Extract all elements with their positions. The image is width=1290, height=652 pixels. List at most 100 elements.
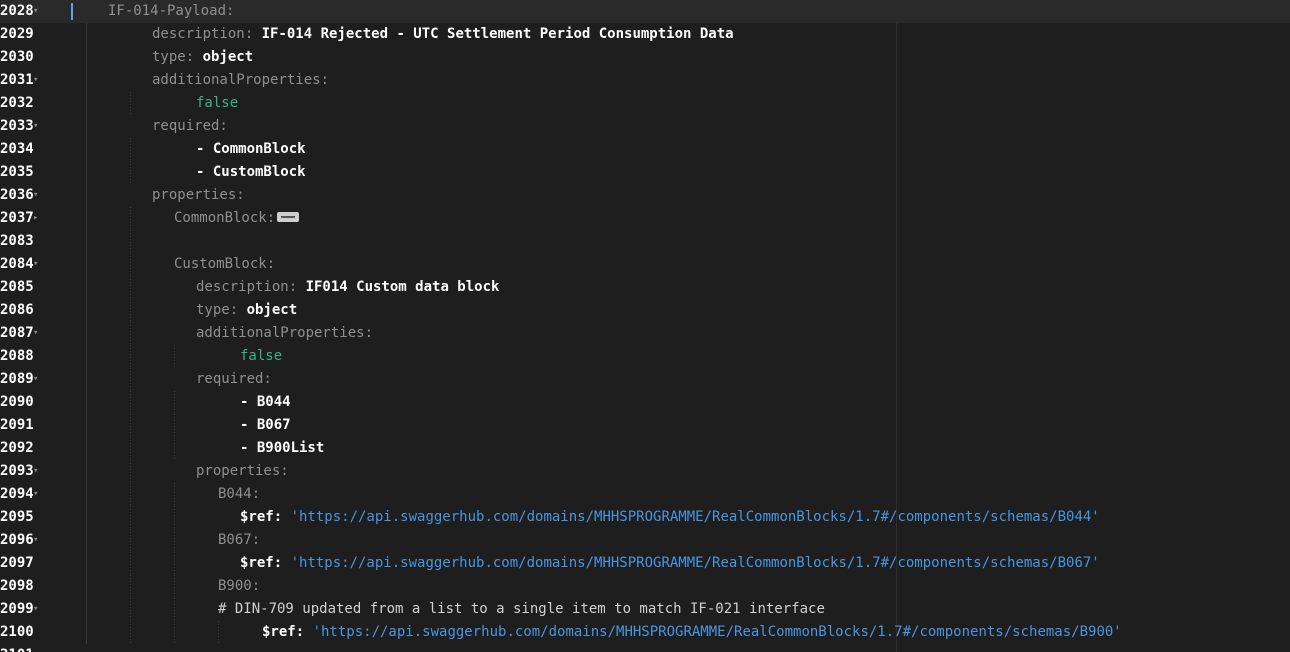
line-number: 2085 [0, 279, 34, 295]
line-gutter[interactable]: 2085 [0, 276, 72, 299]
code-token-key: CommonBlock: [174, 210, 276, 226]
code-line[interactable]: 2094 ▾ B044: [0, 483, 1290, 506]
code-token-val: IF014 Custom data block [305, 279, 500, 295]
line-gutter[interactable]: 2028 ▾ [0, 0, 72, 23]
line-number: 2091 [0, 417, 34, 433]
line-number: 2090 [0, 394, 34, 410]
line-gutter[interactable]: 2100 [0, 621, 72, 644]
fold-open-icon[interactable]: ▾ [33, 69, 38, 92]
line-gutter[interactable]: 2094 ▾ [0, 483, 72, 506]
code-token-key: type: [152, 49, 203, 65]
code-token-key: properties: [196, 463, 289, 479]
code-line[interactable]: 2101 [0, 644, 1290, 652]
indent-guide [130, 276, 131, 299]
line-gutter[interactable]: 2032 [0, 92, 72, 115]
fold-open-icon[interactable]: ▾ [33, 529, 38, 552]
code-line[interactable]: 2028 ▾ IF-014-Payload: [0, 0, 1290, 23]
code-line[interactable]: 2032 false [0, 92, 1290, 115]
code-line[interactable]: 2084 ▾ CustomBlock: [0, 253, 1290, 276]
fold-open-icon[interactable]: ▾ [33, 253, 38, 276]
code-token-val: - B044 [240, 394, 291, 410]
code-text: false [240, 345, 282, 368]
line-gutter[interactable]: 2093 ▾ [0, 460, 72, 483]
line-number: 2033 [0, 118, 34, 134]
code-token-key: B044: [218, 486, 261, 502]
indent-guide [174, 598, 175, 621]
code-line[interactable]: 2087 ▾ additionalProperties: [0, 322, 1290, 345]
code-line[interactable]: 2086 type: object [0, 299, 1290, 322]
code-line[interactable]: 2100 $ref: 'https://api.swaggerhub.com/do… [0, 621, 1290, 644]
line-gutter[interactable]: 2097 [0, 552, 72, 575]
indent-guide [174, 391, 175, 414]
line-gutter[interactable]: 2083 [0, 230, 72, 253]
code-token-key: required: [152, 118, 228, 134]
line-gutter[interactable]: 2031 ▾ [0, 69, 72, 92]
code-line[interactable]: 2089 ▾ required: [0, 368, 1290, 391]
line-gutter[interactable]: 2090 [0, 391, 72, 414]
line-gutter[interactable]: 2098 [0, 575, 72, 598]
code-line[interactable]: 2083 [0, 230, 1290, 253]
code-line[interactable]: 2098 B900: [0, 575, 1290, 598]
code-line[interactable]: 2088 false [0, 345, 1290, 368]
line-gutter[interactable]: 2086 [0, 299, 72, 322]
indent-guide [86, 115, 87, 138]
fold-open-icon[interactable]: ▾ [33, 483, 38, 506]
indent-guide [174, 621, 175, 644]
code-text: # DIN-709 updated from a list to a singl… [218, 598, 825, 621]
code-line[interactable]: 2097 $ref: 'https://api.swaggerhub.com/do… [0, 552, 1290, 575]
code-line[interactable]: 2090 - B044 [0, 391, 1290, 414]
code-token-val: - B900List [240, 440, 325, 456]
line-gutter[interactable]: 2034 [0, 138, 72, 161]
code-line[interactable]: 2034 - CommonBlock [0, 138, 1290, 161]
code-line[interactable]: 2091 - B067 [0, 414, 1290, 437]
code-line[interactable]: 2095 $ref: 'https://api.swaggerhub.com/do… [0, 506, 1290, 529]
line-gutter[interactable]: 2084 ▾ [0, 253, 72, 276]
code-line[interactable]: 2035 - CustomBlock [0, 161, 1290, 184]
indent-guide [86, 138, 87, 161]
code-token-cmt: # DIN-709 updated from a list to a singl… [218, 601, 825, 617]
code-line[interactable]: 2029 description: IF-014 Rejected - UTC S… [0, 23, 1290, 46]
fold-open-icon[interactable]: ▾ [33, 368, 38, 391]
code-editor[interactable]: 2028 ▾ IF-014-Payload: 2029 description: IF-… [0, 0, 1290, 652]
fold-open-icon[interactable]: ▾ [33, 184, 38, 207]
line-gutter[interactable]: 2091 [0, 414, 72, 437]
code-text: description: IF-014 Rejected - UTC Settl… [152, 23, 734, 46]
code-line[interactable]: 2031 ▾ additionalProperties: [0, 69, 1290, 92]
code-line[interactable]: 2033 ▾ required: [0, 115, 1290, 138]
code-line[interactable]: 2037 ▸ CommonBlock: [0, 207, 1290, 230]
line-gutter[interactable]: 2036 ▾ [0, 184, 72, 207]
line-gutter[interactable]: 2033 ▾ [0, 115, 72, 138]
line-gutter[interactable]: 2099 ▾ [0, 598, 72, 621]
fold-open-icon[interactable]: ▾ [33, 115, 38, 138]
code-token-key: B067: [218, 532, 261, 548]
line-number: 2087 [0, 325, 34, 341]
fold-open-icon[interactable]: ▾ [33, 0, 38, 23]
code-line[interactable]: 2099 ▾ # DIN-709 updated from a list to a … [0, 598, 1290, 621]
line-gutter[interactable]: 2092 [0, 437, 72, 460]
fold-open-icon[interactable]: ▾ [33, 460, 38, 483]
line-gutter[interactable]: 2029 [0, 23, 72, 46]
fold-closed-icon[interactable]: ▸ [33, 207, 38, 230]
collapsed-region-icon[interactable] [277, 212, 300, 222]
code-text: $ref: 'https://api.swaggerhub.com/domain… [262, 621, 1122, 644]
code-line[interactable]: 2030 type: object [0, 46, 1290, 69]
code-line[interactable]: 2036 ▾ properties: [0, 184, 1290, 207]
code-text: properties: [196, 460, 289, 483]
line-gutter[interactable]: 2037 ▸ [0, 207, 72, 230]
code-text: IF-014-Payload: [108, 0, 234, 23]
code-text: description: IF014 Custom data block [196, 276, 499, 299]
code-line[interactable]: 2092 - B900List [0, 437, 1290, 460]
line-gutter[interactable]: 2101 [0, 644, 72, 652]
code-line[interactable]: 2096 ▾ B067: [0, 529, 1290, 552]
line-gutter[interactable]: 2088 [0, 345, 72, 368]
line-gutter[interactable]: 2096 ▾ [0, 529, 72, 552]
line-gutter[interactable]: 2030 [0, 46, 72, 69]
fold-open-icon[interactable]: ▾ [33, 598, 38, 621]
line-gutter[interactable]: 2087 ▾ [0, 322, 72, 345]
code-line[interactable]: 2093 ▾ properties: [0, 460, 1290, 483]
line-gutter[interactable]: 2089 ▾ [0, 368, 72, 391]
line-gutter[interactable]: 2035 [0, 161, 72, 184]
line-gutter[interactable]: 2095 [0, 506, 72, 529]
fold-open-icon[interactable]: ▾ [33, 322, 38, 345]
code-line[interactable]: 2085 description: IF014 Custom data block [0, 276, 1290, 299]
